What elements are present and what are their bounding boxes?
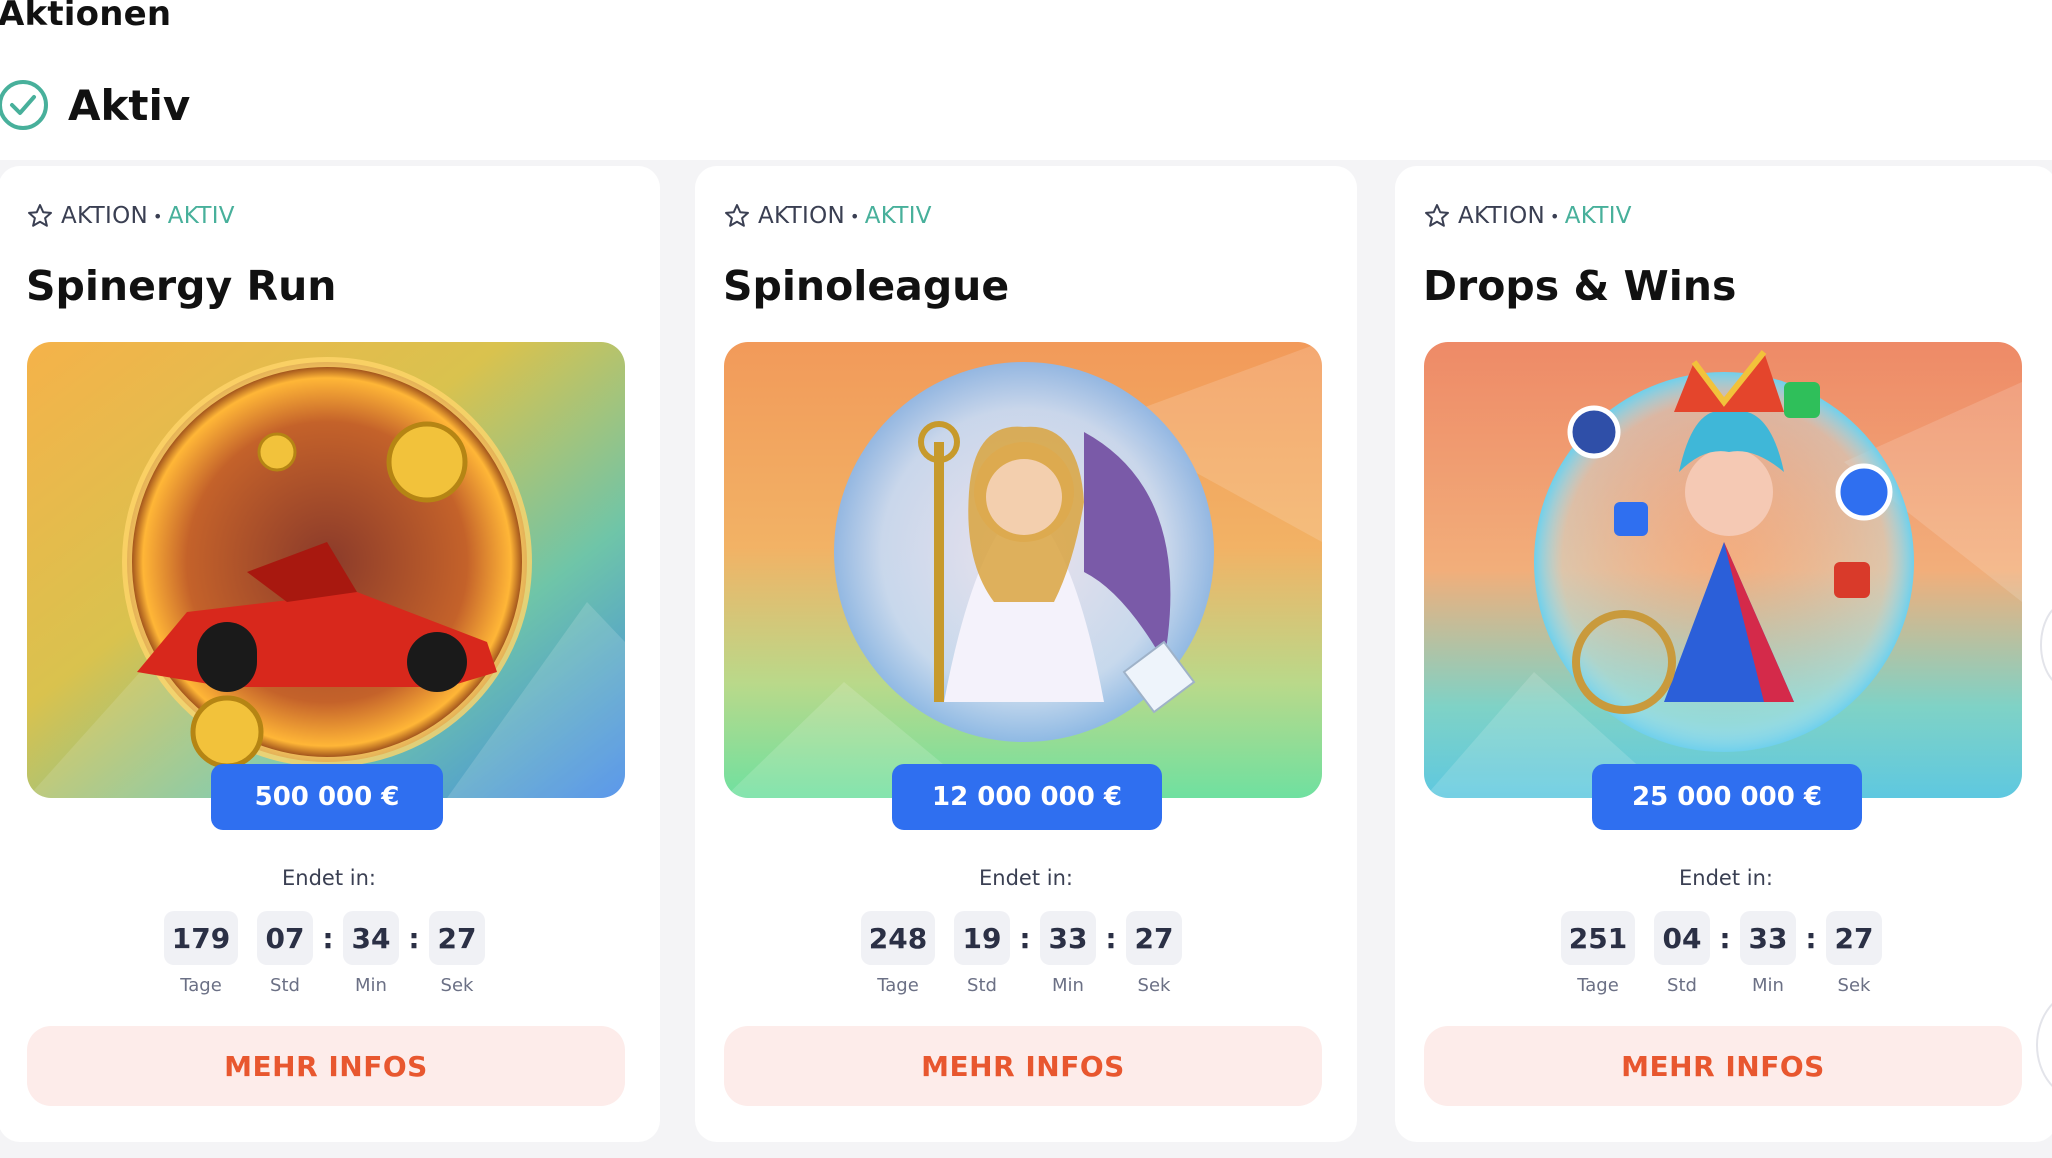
hours-label: Std [270, 975, 300, 996]
more-info-button[interactable]: MEHR INFOS [27, 1026, 625, 1106]
countdown-separator: : [1805, 921, 1817, 955]
card-status: AKTIV [167, 203, 235, 229]
card-status: AKTIV [1564, 203, 1632, 229]
card-tagline: AKTION • AKTIV [26, 202, 235, 230]
countdown-separator: : [1105, 921, 1117, 955]
card-tagline: AKTION • AKTIV [1423, 202, 1632, 230]
countdown-minutes: 33 [1040, 911, 1096, 965]
section-heading: Aktiv [0, 78, 190, 132]
prize-badge: 500 000 € [211, 764, 443, 830]
card-title[interactable]: Spinergy Run [26, 262, 336, 310]
card-tag: AKTION [61, 203, 148, 229]
countdown-separator: : [1719, 921, 1731, 955]
separator-dot: • [152, 206, 163, 226]
countdown-hours: 04 [1654, 911, 1710, 965]
ends-label: Endet in: [1679, 866, 1773, 890]
countdown-hours: 07 [257, 911, 313, 965]
countdown-timer: 248 Tage 19 Std : 33 Min : 27 Sek [695, 911, 1357, 996]
seconds-label: Sek [1137, 975, 1171, 996]
hours-label: Std [1667, 975, 1697, 996]
countdown-days: 251 [1560, 911, 1636, 965]
card-title[interactable]: Spinoleague [723, 262, 1009, 310]
prize-badge: 25 000 000 € [1592, 764, 1862, 830]
minutes-label: Min [1052, 975, 1084, 996]
hours-label: Std [967, 975, 997, 996]
countdown-days: 179 [163, 911, 239, 965]
seconds-label: Sek [1837, 975, 1871, 996]
check-circle-icon [0, 78, 50, 132]
more-info-button[interactable]: MEHR INFOS [1424, 1026, 2022, 1106]
countdown-seconds: 27 [429, 911, 485, 965]
separator-dot: • [1549, 206, 1560, 226]
promo-image[interactable] [724, 342, 1322, 798]
page-title: Aktionen [0, 0, 172, 34]
days-label: Tage [180, 975, 222, 996]
promo-card: AKTION • AKTIV Spinergy Run 500 000 € En… [0, 166, 660, 1142]
countdown-separator: : [1019, 921, 1031, 955]
days-label: Tage [877, 975, 919, 996]
countdown-hours: 19 [954, 911, 1010, 965]
prize-badge: 12 000 000 € [892, 764, 1162, 830]
card-tag: AKTION [758, 203, 845, 229]
promo-image[interactable] [27, 342, 625, 798]
promo-card: AKTION • AKTIV Drops & Wins 25 000 000 €… [1395, 166, 2052, 1142]
countdown-timer: 179 Tage 07 Std : 34 Min : 27 Sek [0, 911, 660, 996]
card-tag: AKTION [1458, 203, 1545, 229]
star-icon[interactable] [723, 202, 751, 230]
countdown-minutes: 33 [1740, 911, 1796, 965]
countdown-separator: : [322, 921, 334, 955]
countdown-seconds: 27 [1826, 911, 1882, 965]
days-label: Tage [1577, 975, 1619, 996]
page-header [0, 0, 2052, 160]
seconds-label: Sek [440, 975, 474, 996]
promo-card: AKTION • AKTIV Spinoleague 12 000 000 € … [695, 166, 1357, 1142]
section-label: Aktiv [68, 80, 191, 130]
minutes-label: Min [1752, 975, 1784, 996]
star-icon[interactable] [26, 202, 54, 230]
star-icon[interactable] [1423, 202, 1451, 230]
card-tagline: AKTION • AKTIV [723, 202, 932, 230]
card-title[interactable]: Drops & Wins [1423, 262, 1736, 310]
separator-dot: • [849, 206, 860, 226]
ends-label: Endet in: [282, 866, 376, 890]
more-info-button[interactable]: MEHR INFOS [724, 1026, 1322, 1106]
minutes-label: Min [355, 975, 387, 996]
countdown-timer: 251 Tage 04 Std : 33 Min : 27 Sek [1395, 911, 2052, 996]
countdown-separator: : [408, 921, 420, 955]
card-status: AKTIV [864, 203, 932, 229]
ends-label: Endet in: [979, 866, 1073, 890]
promo-image[interactable] [1424, 342, 2022, 798]
countdown-days: 248 [860, 911, 936, 965]
countdown-seconds: 27 [1126, 911, 1182, 965]
countdown-minutes: 34 [343, 911, 399, 965]
